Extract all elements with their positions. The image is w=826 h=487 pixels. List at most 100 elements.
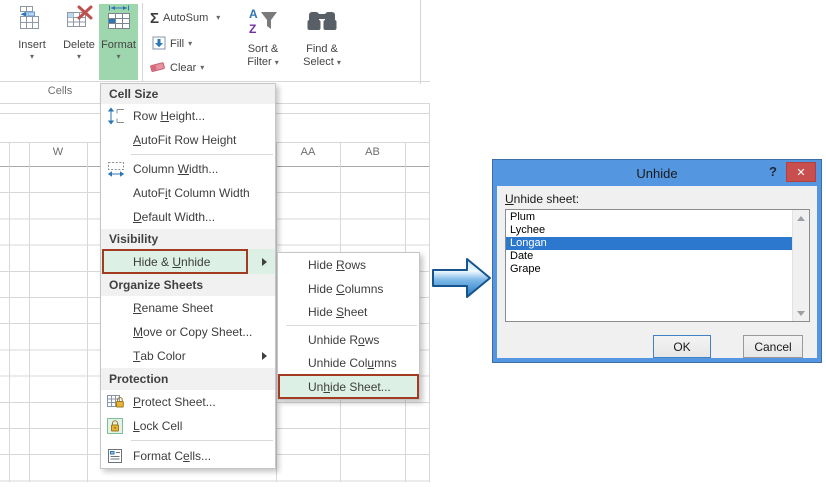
- menu-item-default-width[interactable]: Default Width...: [101, 205, 275, 229]
- submenu-item-unhide-rows[interactable]: Unhide Rows: [278, 328, 419, 351]
- menu-item-column-width[interactable]: Column Width...: [101, 157, 275, 181]
- list-item-sheet[interactable]: Grape: [506, 263, 793, 276]
- format-cells-dialog-icon: [106, 447, 126, 465]
- chevron-down-icon: ▾: [337, 58, 341, 67]
- menu-item-tab-color[interactable]: Tab Color: [101, 344, 275, 368]
- chevron-down-icon: [797, 311, 805, 316]
- insert-button[interactable]: Insert ▾: [8, 4, 56, 80]
- list-item-sheet[interactable]: Lychee: [506, 224, 793, 237]
- insert-cells-icon: [17, 4, 47, 37]
- annotation-arrow-icon: [430, 252, 494, 309]
- menu-header-protection: Protection: [101, 368, 275, 390]
- list-item-sheet-selected[interactable]: Longan: [506, 237, 793, 250]
- protect-sheet-icon: [106, 393, 126, 411]
- cells-group-label: Cells: [20, 85, 100, 97]
- format-dropdown-menu: Cell Size Row Height... AutoFit Row Heig…: [100, 83, 276, 469]
- binoculars-icon: [305, 5, 339, 43]
- find-select-label-line2: Select ▾: [303, 56, 341, 69]
- row-height-icon: [106, 107, 126, 125]
- sort-filter-icon: A Z: [248, 5, 278, 43]
- ribbon-group-divider: [420, 0, 421, 84]
- chevron-down-icon: ▾: [200, 64, 204, 72]
- hide-unhide-submenu: Hide Rows Hide Columns Hide Sheet Unhide…: [277, 252, 420, 400]
- delete-label: Delete: [63, 39, 95, 51]
- scrollbar[interactable]: [792, 210, 809, 321]
- fill-label: Fill: [170, 38, 184, 50]
- find-select-label-line1: Find &: [306, 43, 338, 56]
- insert-label: Insert: [18, 39, 46, 51]
- autosum-label: AutoSum: [163, 12, 208, 24]
- delete-cells-icon: [64, 4, 94, 37]
- svg-text:Z: Z: [249, 22, 256, 36]
- column-header-aa[interactable]: AA: [276, 146, 340, 158]
- menu-header-cell-size: Cell Size: [101, 84, 275, 104]
- fill-button[interactable]: Fill ▾: [152, 34, 192, 54]
- menu-item-lock-cell[interactable]: Lock Cell: [101, 414, 275, 438]
- menu-item-move-or-copy-sheet[interactable]: Move or Copy Sheet...: [101, 320, 275, 344]
- menu-item-rename-sheet[interactable]: Rename Sheet: [101, 296, 275, 320]
- sort-filter-label-line1: Sort &: [248, 43, 279, 56]
- scrollbar-up-button[interactable]: [793, 210, 809, 226]
- menu-header-visibility: Visibility: [101, 229, 275, 249]
- fill-down-icon: [152, 36, 166, 53]
- screenshot-root: W AA AB Cells Insert ▾: [0, 0, 826, 487]
- menu-item-autofit-row-height[interactable]: AutoFit Row Height: [101, 128, 275, 152]
- eraser-icon: [150, 60, 166, 76]
- sort-filter-label-line2: Filter ▾: [247, 56, 279, 69]
- chevron-up-icon: [797, 216, 805, 221]
- submenu-item-unhide-sheet[interactable]: Unhide Sheet...: [278, 374, 419, 399]
- delete-button[interactable]: Delete ▾: [57, 4, 101, 80]
- svg-text:A: A: [249, 7, 258, 21]
- find-select-button[interactable]: Find & Select ▾: [294, 5, 350, 69]
- gridline: [0, 81, 430, 82]
- menu-item-protect-sheet[interactable]: Protect Sheet...: [101, 390, 275, 414]
- column-header-ab[interactable]: AB: [340, 146, 405, 158]
- sigma-icon: Σ: [150, 11, 159, 26]
- chevron-down-icon: ▾: [30, 53, 34, 61]
- column-header-w[interactable]: W: [29, 146, 87, 158]
- submenu-item-hide-rows[interactable]: Hide Rows: [278, 253, 419, 277]
- clear-label: Clear: [170, 62, 196, 74]
- menu-item-autofit-column-width[interactable]: AutoFit Column Width: [101, 181, 275, 205]
- list-item-sheet[interactable]: Date: [506, 250, 793, 263]
- chevron-down-icon: ▾: [77, 53, 81, 61]
- lock-icon: [106, 417, 126, 435]
- gridline: [9, 142, 10, 482]
- unhide-dialog: Unhide ? ✕ Unhide sheet: Plum Lychee Lon…: [492, 159, 822, 363]
- format-button[interactable]: Format ▾: [99, 4, 138, 80]
- submenu-item-unhide-columns[interactable]: Unhide Columns: [278, 351, 419, 374]
- close-button[interactable]: ✕: [786, 162, 816, 182]
- list-item-sheet[interactable]: Plum: [506, 211, 793, 224]
- dialog-body: Unhide sheet: Plum Lychee Longan Date Gr…: [497, 186, 817, 358]
- gridline: [29, 142, 30, 482]
- submenu-arrow-icon: [262, 258, 267, 266]
- submenu-arrow-icon: [262, 352, 267, 360]
- annotation-highlight-box: [102, 249, 248, 274]
- ribbon-group-divider: [142, 3, 143, 81]
- ok-button[interactable]: OK: [653, 335, 711, 358]
- menu-item-row-height[interactable]: Row Height...: [101, 104, 275, 128]
- format-label: Format: [101, 39, 136, 51]
- unhide-sheet-label: Unhide sheet:: [505, 192, 579, 206]
- dialog-title: Unhide: [636, 166, 677, 181]
- chevron-down-icon: ▾: [116, 53, 120, 61]
- menu-item-format-cells[interactable]: Format Cells...: [101, 443, 275, 468]
- scrollbar-down-button[interactable]: [793, 305, 809, 321]
- dialog-titlebar[interactable]: Unhide ? ✕: [493, 160, 821, 186]
- help-button[interactable]: ?: [769, 164, 777, 179]
- gridline: [87, 142, 88, 482]
- chevron-down-icon: ▾: [216, 14, 220, 22]
- submenu-item-hide-columns[interactable]: Hide Columns: [278, 277, 419, 300]
- format-cells-grid-icon: [104, 4, 134, 37]
- column-width-icon: [106, 160, 126, 178]
- sheet-list: Plum Lychee Longan Date Grape: [506, 211, 793, 276]
- submenu-item-hide-sheet[interactable]: Hide Sheet: [278, 300, 419, 323]
- menu-item-hide-unhide[interactable]: Hide & Unhide: [101, 249, 275, 274]
- autosum-button[interactable]: Σ AutoSum ▾: [150, 8, 220, 28]
- sort-filter-button[interactable]: A Z Sort & Filter ▾: [238, 5, 288, 69]
- annotation-highlight-box: [278, 374, 419, 399]
- clear-button[interactable]: Clear ▾: [150, 58, 204, 78]
- sheet-listbox[interactable]: Plum Lychee Longan Date Grape: [505, 209, 810, 322]
- cancel-button[interactable]: Cancel: [743, 335, 803, 358]
- chevron-down-icon: ▾: [275, 58, 279, 67]
